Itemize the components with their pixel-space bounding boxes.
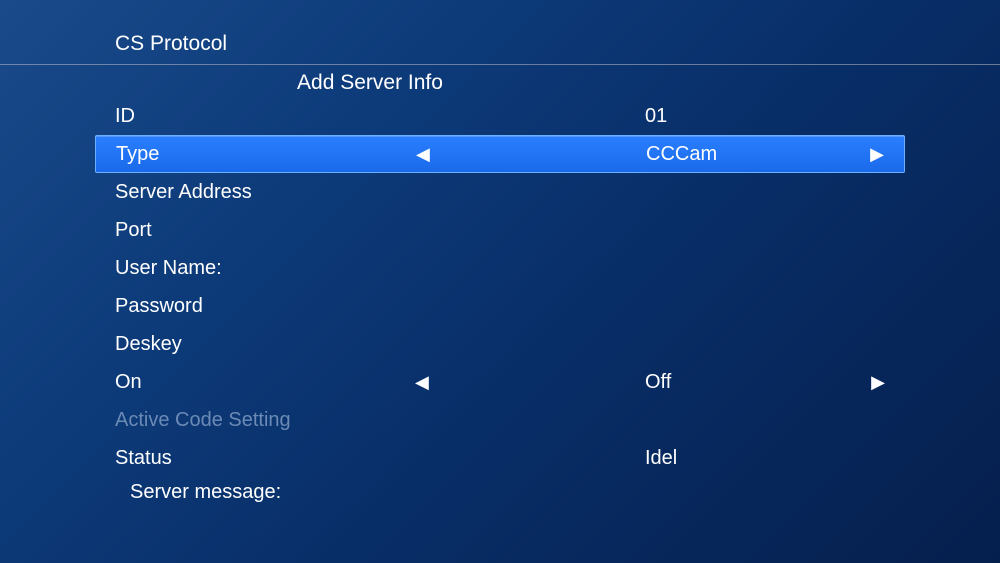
label-deskey: Deskey [115,333,415,356]
type-next-icon[interactable]: ▶ [844,143,884,166]
row-port[interactable]: Port [95,211,905,249]
on-prev-icon[interactable]: ◀ [415,371,455,394]
row-status: Status Idel [95,439,905,477]
screen-title: Add Server Info [0,65,1000,97]
row-id[interactable]: ID 01 [95,97,905,135]
page-header: CS Protocol [0,0,1000,64]
row-deskey[interactable]: Deskey [95,325,905,363]
row-on[interactable]: On ◀ Off ▶ [95,363,905,401]
label-port: Port [115,219,415,242]
form-content: ID 01 Type ◀ CCCam ▶ Server Address Port… [0,97,1000,507]
value-id: 01 [455,105,845,128]
label-on: On [115,371,415,394]
row-server-address[interactable]: Server Address [95,173,905,211]
label-type: Type [116,143,416,166]
label-status: Status [115,447,415,470]
label-active-code: Active Code Setting [115,409,415,432]
label-server-message: Server message: [130,481,281,504]
page-title: CS Protocol [115,32,227,55]
row-active-code: Active Code Setting [95,401,905,439]
value-status: Idel [455,447,845,470]
value-on: Off [455,371,845,394]
value-type: CCCam [456,143,844,166]
row-server-message: Server message: [95,477,905,507]
row-user-name[interactable]: User Name: [95,249,905,287]
label-user-name: User Name: [115,257,415,280]
type-prev-icon[interactable]: ◀ [416,143,456,166]
label-id: ID [115,105,415,128]
label-server-address: Server Address [115,181,415,204]
row-type[interactable]: Type ◀ CCCam ▶ [95,135,905,173]
label-password: Password [115,295,415,318]
on-next-icon[interactable]: ▶ [845,371,885,394]
row-password[interactable]: Password [95,287,905,325]
